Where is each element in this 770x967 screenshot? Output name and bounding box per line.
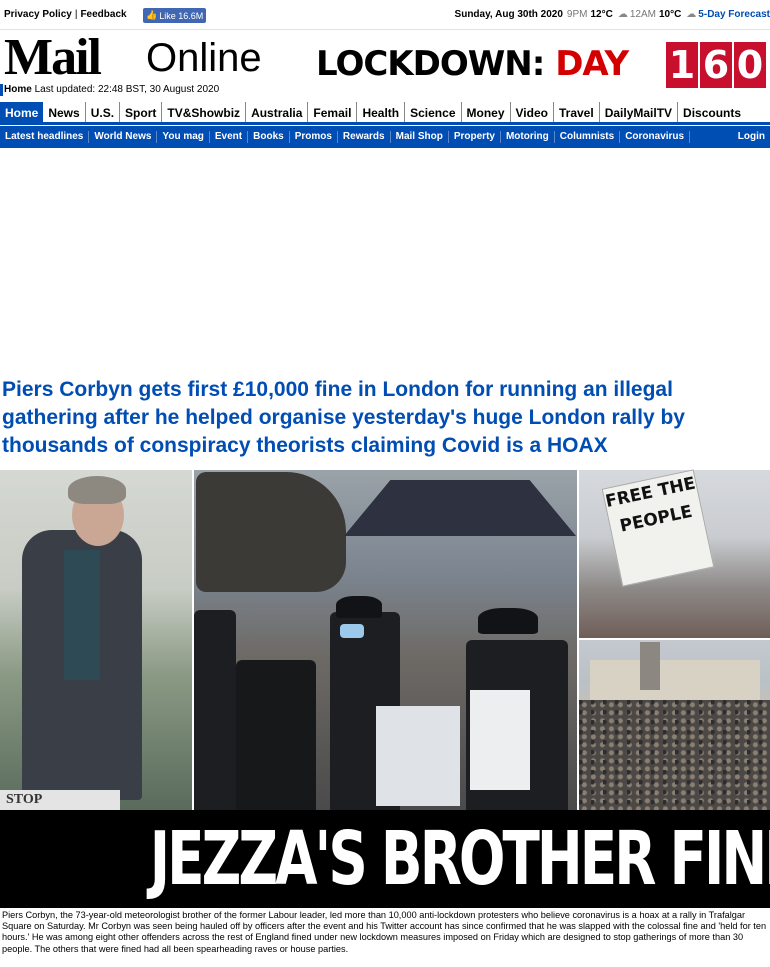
subnav-item-property[interactable]: Property (449, 131, 501, 143)
nav-item-travel[interactable]: Travel (554, 102, 600, 122)
login-link[interactable]: Login (738, 131, 765, 142)
nav-item-femail[interactable]: Femail (308, 102, 358, 122)
building-facade (590, 660, 760, 700)
updated-marker (0, 84, 3, 96)
like-label: Like (159, 10, 176, 21)
photo-piers-corbyn[interactable] (0, 470, 192, 810)
cloud-icon: ☁ (686, 9, 697, 20)
weather-temp-2: 10°C (658, 9, 682, 20)
facebook-like-button[interactable]: 👍 Like 16.6M (143, 8, 207, 23)
officer-white-shirt (470, 690, 530, 790)
weather-time-1: 9PM (566, 9, 588, 20)
nav-item-tvshowbiz[interactable]: TV&Showbiz (162, 102, 247, 122)
cloud-moon-icon: ☁ (617, 9, 628, 20)
subnav-item-mail-shop[interactable]: Mail Shop (391, 131, 449, 143)
home-label: Home (4, 84, 32, 95)
nav-item-us[interactable]: U.S. (86, 102, 121, 122)
splash-headline-text: JEZZA'S BROTHER FINED £10K (149, 816, 770, 902)
subnav-item-motoring[interactable]: Motoring (501, 131, 555, 143)
face-mask (340, 624, 364, 638)
nav-item-sport[interactable]: Sport (120, 102, 163, 122)
nav-item-discounts[interactable]: Discounts (678, 102, 746, 122)
hooded-figure (376, 706, 460, 806)
splash-headline[interactable]: JEZZA'S BROTHER FINED £10K (0, 810, 770, 908)
lion-statue (196, 472, 346, 592)
day-digit: 0 (734, 42, 766, 88)
nav-item-money[interactable]: Money (462, 102, 511, 122)
stop-placard: STOP (0, 790, 120, 810)
nelson-column (640, 642, 660, 690)
nav-item-health[interactable]: Health (357, 102, 406, 122)
five-day-forecast-link[interactable]: 5-Day Forecast (698, 9, 770, 20)
current-date: Sunday, Aug 30th 2020 (454, 9, 563, 20)
day-label: DAY (555, 44, 629, 84)
thumbs-up-icon: 👍 (146, 10, 158, 20)
main-nav: Home News U.S. Sport TV&Showbiz Australi… (0, 102, 770, 125)
nav-item-australia[interactable]: Australia (246, 102, 309, 122)
weather-time-2: 12AM (629, 9, 656, 20)
utility-links: Privacy Policy | Feedback (4, 9, 127, 20)
privacy-policy-link[interactable]: Privacy Policy (4, 9, 72, 20)
figure-hair (68, 476, 126, 504)
weather-bar: Sunday, Aug 30th 2020 9PM 12°C ☁ 12AM 10… (455, 9, 770, 20)
last-updated-text: Last updated: 22:48 BST, 30 August 2020 (34, 84, 220, 95)
police-cap (478, 608, 538, 634)
day-digit: 1 (666, 42, 698, 88)
police-cap (336, 596, 382, 618)
figure-shirt (64, 550, 100, 680)
free-the-people-sign: FREE THE PEOPLE (601, 469, 715, 587)
crowd (579, 700, 770, 810)
like-count: 16.6M (178, 10, 204, 21)
utility-bar: Privacy Policy | Feedback 👍 Like 16.6M S… (0, 0, 770, 30)
nav-item-news[interactable]: News (43, 102, 86, 122)
logo-mail[interactable]: Mail (4, 32, 102, 84)
lockdown-label: LOCKDOWN: (316, 44, 545, 84)
police-officer (194, 610, 236, 810)
subnav-item-latest-headlines[interactable]: Latest headlines (0, 131, 90, 143)
logo-online[interactable]: Online (146, 36, 262, 80)
figure-dark-top (236, 660, 316, 810)
subnav-item-coronavirus[interactable]: Coronavirus (620, 131, 691, 143)
weather-temp-1: 12°C (590, 9, 613, 20)
last-updated: Home Last updated: 22:48 BST, 30 August … (4, 84, 219, 95)
subnav-item-you-mag[interactable]: You mag (157, 131, 210, 143)
subnav-item-world-news[interactable]: World News (89, 131, 158, 143)
article-summary: Piers Corbyn, the 73-year-old meteorolog… (2, 910, 767, 954)
subnav-item-columnists[interactable]: Columnists (555, 131, 621, 143)
nav-item-dailymailtv[interactable]: DailyMailTV (600, 102, 679, 122)
subnav-item-promos[interactable]: Promos (290, 131, 338, 143)
subnav-item-event[interactable]: Event (210, 131, 249, 143)
subnav-item-books[interactable]: Books (248, 131, 290, 143)
day-counter: 1 6 0 (664, 42, 766, 88)
lockdown-banner: LOCKDOWN: DAY (316, 44, 629, 84)
separator: | (74, 9, 78, 20)
nav-item-science[interactable]: Science (405, 102, 462, 122)
article-headline[interactable]: Piers Corbyn gets first £10,000 fine in … (2, 376, 770, 460)
sub-nav: Latest headlines World News You mag Even… (0, 126, 770, 148)
nav-item-home[interactable]: Home (0, 102, 44, 122)
day-digit: 6 (700, 42, 732, 88)
nav-item-video[interactable]: Video (511, 102, 554, 122)
subnav-item-rewards[interactable]: Rewards (338, 131, 391, 143)
feedback-link[interactable]: Feedback (80, 9, 126, 20)
